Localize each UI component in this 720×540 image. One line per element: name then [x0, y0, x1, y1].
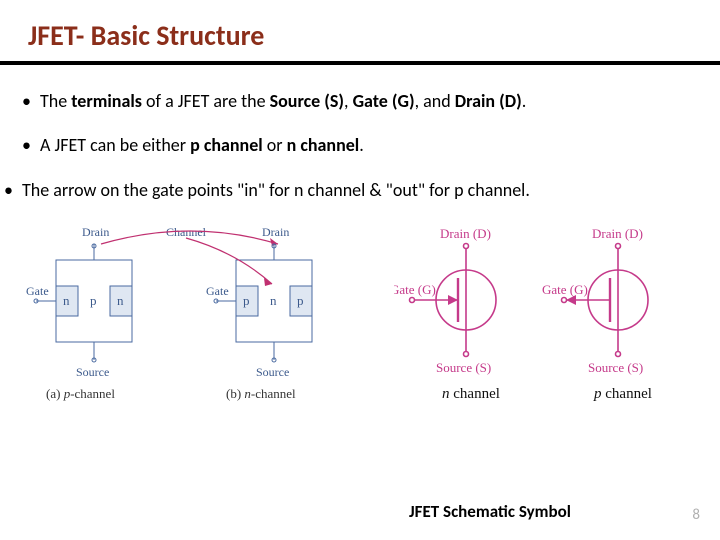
svg-text:Gate (G): Gate (G) — [394, 282, 436, 297]
channel-pointer — [186, 238, 272, 284]
svg-text:Source: Source — [256, 365, 289, 379]
bullet-3: The arrow on the gate points "in" for n … — [4, 178, 698, 202]
p-channel-label: p channel — [593, 386, 652, 402]
title-rule — [0, 61, 720, 65]
svg-text:Source (S): Source (S) — [588, 360, 643, 375]
bullet-1: The terminals of a JFET are the Source (… — [22, 89, 698, 113]
structure-svg: Drain Channel Drain n p n Gate S — [26, 222, 356, 412]
svg-text:p: p — [243, 293, 250, 308]
bullet-list: The terminals of a JFET are the Source (… — [22, 89, 698, 202]
page-number: 8 — [692, 506, 700, 524]
schematic-figures: Drain (D) Gate (G) Source (S) Drain (D) — [394, 222, 694, 412]
structure-figures: Drain Channel Drain n p n Gate S — [26, 222, 356, 412]
svg-text:Source: Source — [76, 365, 109, 379]
structure-a: n p n Gate Source — [26, 244, 132, 379]
svg-text:n: n — [270, 293, 277, 308]
caption-a: (a) p-channel — [46, 386, 115, 401]
channel-pointer-head — [264, 278, 272, 286]
svg-text:p: p — [297, 293, 304, 308]
svg-text:Gate: Gate — [206, 284, 229, 298]
svg-text:p: p — [90, 293, 97, 308]
page-title: JFET- Basic Structure — [28, 18, 698, 53]
svg-text:Drain (D): Drain (D) — [592, 226, 643, 241]
symbol-p: Drain (D) Gate (G) Source (S) — [542, 226, 648, 375]
drain-label-b: Drain — [262, 225, 289, 239]
n-channel-label: n channel — [442, 386, 500, 402]
caption-b: (b) n-channel — [226, 386, 296, 401]
structure-b: p n p Gate Source — [206, 244, 312, 379]
schematic-svg: Drain (D) Gate (G) Source (S) Drain (D) — [394, 222, 694, 412]
svg-text:Gate (G): Gate (G) — [542, 282, 588, 297]
svg-text:n: n — [117, 293, 124, 308]
svg-text:n: n — [63, 293, 70, 308]
svg-text:Source (S): Source (S) — [436, 360, 491, 375]
svg-text:Gate: Gate — [26, 284, 49, 298]
symbol-n: Drain (D) Gate (G) Source (S) — [394, 226, 496, 375]
bullet-2: A JFET can be either p channel or n chan… — [22, 133, 698, 157]
figure-row: Drain Channel Drain n p n Gate S — [22, 222, 698, 412]
svg-text:Drain (D): Drain (D) — [440, 226, 491, 241]
figure-caption: JFET Schematic Symbol — [0, 501, 720, 522]
drain-label-a: Drain — [82, 225, 109, 239]
